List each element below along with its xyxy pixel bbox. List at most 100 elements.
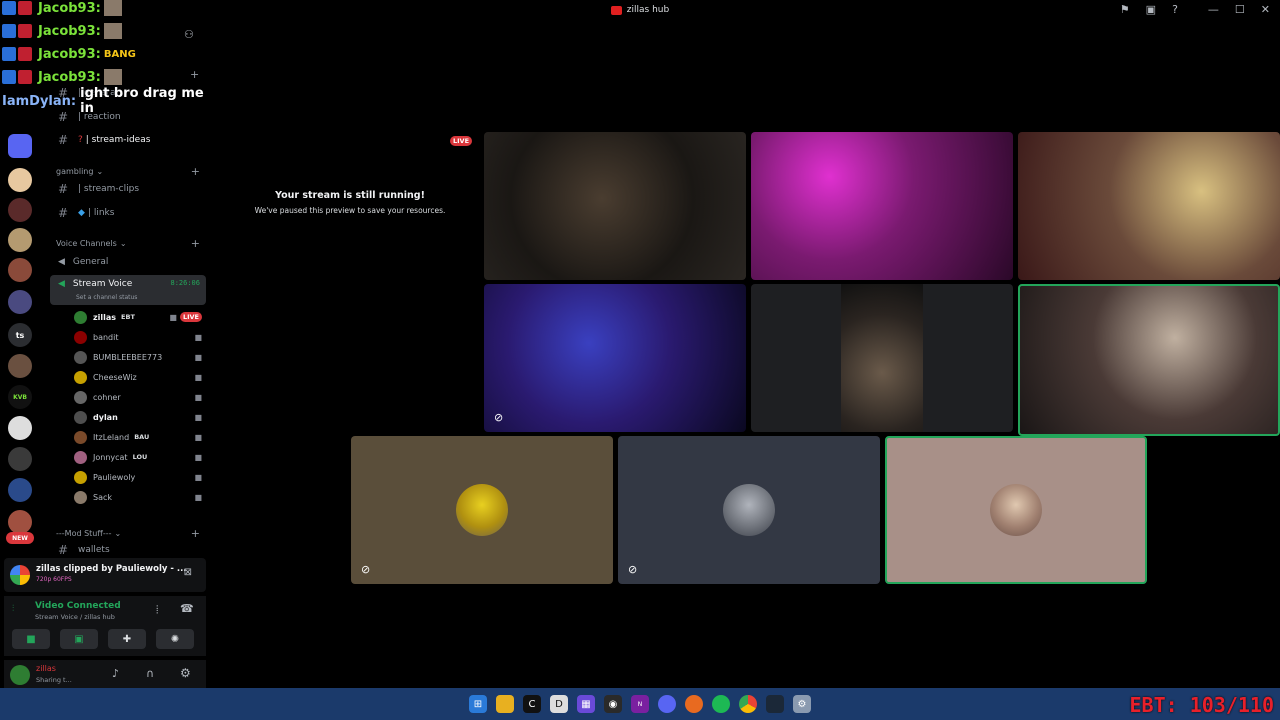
channel-stream-clips[interactable]: # | stream-clips bbox=[46, 179, 206, 199]
video-tile[interactable]: ⊘ bbox=[484, 284, 746, 432]
app-icon[interactable]: ▦ bbox=[577, 695, 595, 713]
avatar-tile-speaking[interactable] bbox=[885, 436, 1147, 584]
server-icon[interactable] bbox=[8, 168, 32, 192]
video-tile[interactable] bbox=[751, 132, 1013, 280]
paused-preview[interactable]: Your stream is still running! We've paus… bbox=[240, 190, 460, 215]
camera-icon: ■ bbox=[194, 412, 202, 422]
voice-member[interactable]: CheeseWiz ■ bbox=[74, 368, 202, 386]
voice-connection-panel: ⫶ Video Connected Stream Voice / zillas … bbox=[4, 596, 206, 656]
member-tag: LOU bbox=[132, 453, 148, 461]
minimize-icon[interactable]: — bbox=[1208, 3, 1219, 16]
server-icon[interactable] bbox=[8, 416, 32, 440]
clip-notification[interactable]: zillas clipped by Pauliewoly - ... 720p … bbox=[4, 558, 206, 592]
soundboard-button[interactable]: ✺ bbox=[156, 629, 194, 649]
add-friend-icon[interactable]: ⚇ bbox=[184, 28, 194, 41]
dismiss-icon[interactable]: ⊠ bbox=[184, 567, 192, 578]
server-icon[interactable] bbox=[8, 290, 32, 314]
app-icon[interactable] bbox=[685, 695, 703, 713]
screen-share-button[interactable]: ▣ bbox=[60, 629, 98, 649]
camera-button[interactable]: ■ bbox=[12, 629, 50, 649]
channel-stream-ideas[interactable]: #? | stream-ideas bbox=[46, 130, 206, 150]
channel-general[interactable]: # | general bbox=[46, 83, 206, 103]
server-icon[interactable] bbox=[8, 198, 32, 222]
voice-channel-general[interactable]: ◀ General bbox=[50, 251, 206, 273]
server-icon[interactable] bbox=[8, 478, 32, 502]
discord-app: zillas hub ⚑ ▣ ? — ☐ ✕ ts KVB NEW ⚇ + # |… bbox=[0, 0, 1280, 720]
app-icon[interactable]: C bbox=[523, 695, 541, 713]
activities-button[interactable]: ✚ bbox=[108, 629, 146, 649]
voice-member[interactable]: dylan ■ bbox=[74, 408, 202, 426]
voice-member[interactable]: Pauliewoly ■ bbox=[74, 468, 202, 486]
video-tile[interactable] bbox=[751, 284, 1013, 432]
app-icon[interactable]: D bbox=[550, 695, 568, 713]
channel-wallets[interactable]: # wallets bbox=[46, 540, 206, 560]
category-gambling[interactable]: gambling ⌄ + bbox=[56, 165, 200, 178]
avatar-tile[interactable]: ⊘ bbox=[351, 436, 613, 584]
spotify-icon[interactable] bbox=[712, 695, 730, 713]
headphones-icon[interactable]: ∩ bbox=[146, 667, 154, 680]
server-icon[interactable] bbox=[8, 447, 32, 471]
maximize-icon[interactable]: ☐ bbox=[1235, 3, 1245, 16]
channel-label: | stream-ideas bbox=[85, 135, 151, 145]
avatar-tile[interactable]: ⊘ bbox=[618, 436, 880, 584]
channel-label: | general bbox=[78, 88, 119, 98]
member-status-icons: ■ LIVE bbox=[169, 312, 202, 322]
add-channel-icon[interactable]: + bbox=[191, 237, 200, 250]
channel-label: | reaction bbox=[78, 112, 121, 122]
server-kvb[interactable]: KVB bbox=[8, 385, 32, 409]
voice-member[interactable]: Jonnycat LOU ■ bbox=[74, 448, 202, 466]
voice-member[interactable]: BUMBLEEBEE773 ■ bbox=[74, 348, 202, 366]
disconnect-icon[interactable]: ☎ bbox=[180, 602, 194, 615]
settings-icon[interactable]: ⚙ bbox=[793, 695, 811, 713]
server-ts[interactable]: ts bbox=[8, 323, 32, 347]
start-icon[interactable]: ⊞ bbox=[469, 695, 487, 713]
video-tile-speaking[interactable] bbox=[1018, 284, 1280, 436]
member-status-icons: ■ bbox=[194, 493, 202, 502]
steam-icon[interactable] bbox=[766, 695, 784, 713]
channel-links[interactable]: # ◆ | links bbox=[46, 203, 206, 223]
close-icon[interactable]: ✕ bbox=[1261, 3, 1270, 16]
voice-location[interactable]: Stream Voice / zillas hub bbox=[35, 613, 115, 621]
add-channel-icon[interactable]: + bbox=[191, 165, 200, 178]
app-icon[interactable]: N bbox=[631, 695, 649, 713]
direct-messages-icon[interactable] bbox=[8, 134, 32, 158]
add-channel-icon[interactable]: + bbox=[190, 68, 199, 81]
camera-icon: ■ bbox=[194, 452, 202, 462]
microphone-icon[interactable]: ♪ bbox=[112, 667, 119, 680]
video-tile[interactable] bbox=[484, 132, 746, 280]
video-tile[interactable] bbox=[1018, 132, 1280, 280]
add-channel-icon[interactable]: + bbox=[191, 527, 200, 540]
channel-reaction[interactable]: # | reaction bbox=[46, 107, 206, 127]
chevron-down-icon: ⌄ bbox=[119, 239, 127, 248]
voice-channel-stream-voice[interactable]: ◀ Stream Voice 8:26:06 Set a channel sta… bbox=[50, 275, 206, 305]
member-status-icons: ■ bbox=[194, 453, 202, 462]
voice-member[interactable]: cohner ■ bbox=[74, 388, 202, 406]
chrome-icon[interactable] bbox=[739, 695, 757, 713]
discord-icon[interactable] bbox=[658, 695, 676, 713]
voice-member[interactable]: ItzLeland BAU ■ bbox=[74, 428, 202, 446]
inbox-icon[interactable]: ⚑ bbox=[1120, 3, 1130, 16]
screen-share-icon[interactable]: ▣ bbox=[1146, 3, 1156, 16]
server-icon[interactable] bbox=[8, 228, 32, 252]
category-voice-channels[interactable]: Voice Channels ⌄ + bbox=[56, 237, 200, 250]
member-status-icons: ■ bbox=[194, 373, 202, 382]
voice-member[interactable]: bandit ■ bbox=[74, 328, 202, 346]
member-name: Jonnycat bbox=[93, 452, 128, 462]
camera-icon: ■ bbox=[194, 372, 202, 382]
category-mod-stuff[interactable]: ---Mod Stuff--- ⌄ + bbox=[56, 527, 200, 540]
signal-icon[interactable]: ⫶ bbox=[12, 604, 14, 614]
server-icon[interactable] bbox=[8, 258, 32, 282]
server-icon[interactable] bbox=[8, 510, 32, 534]
obs-icon[interactable]: ◉ bbox=[604, 695, 622, 713]
channel-status[interactable]: Set a channel status bbox=[76, 294, 137, 301]
file-explorer-icon[interactable] bbox=[496, 695, 514, 713]
noise-suppression-icon[interactable]: ⦙ bbox=[156, 603, 158, 617]
voice-member[interactable]: zillas EBT ■ LIVE bbox=[74, 308, 202, 326]
help-icon[interactable]: ? bbox=[1172, 3, 1178, 16]
server-icon[interactable] bbox=[8, 354, 32, 378]
member-name: cohner bbox=[93, 392, 121, 402]
voice-member[interactable]: Sack ■ bbox=[74, 488, 202, 506]
avatar[interactable] bbox=[10, 665, 30, 685]
settings-gear-icon[interactable]: ⚙ bbox=[180, 666, 191, 680]
speaker-icon: ◀ bbox=[58, 279, 65, 289]
